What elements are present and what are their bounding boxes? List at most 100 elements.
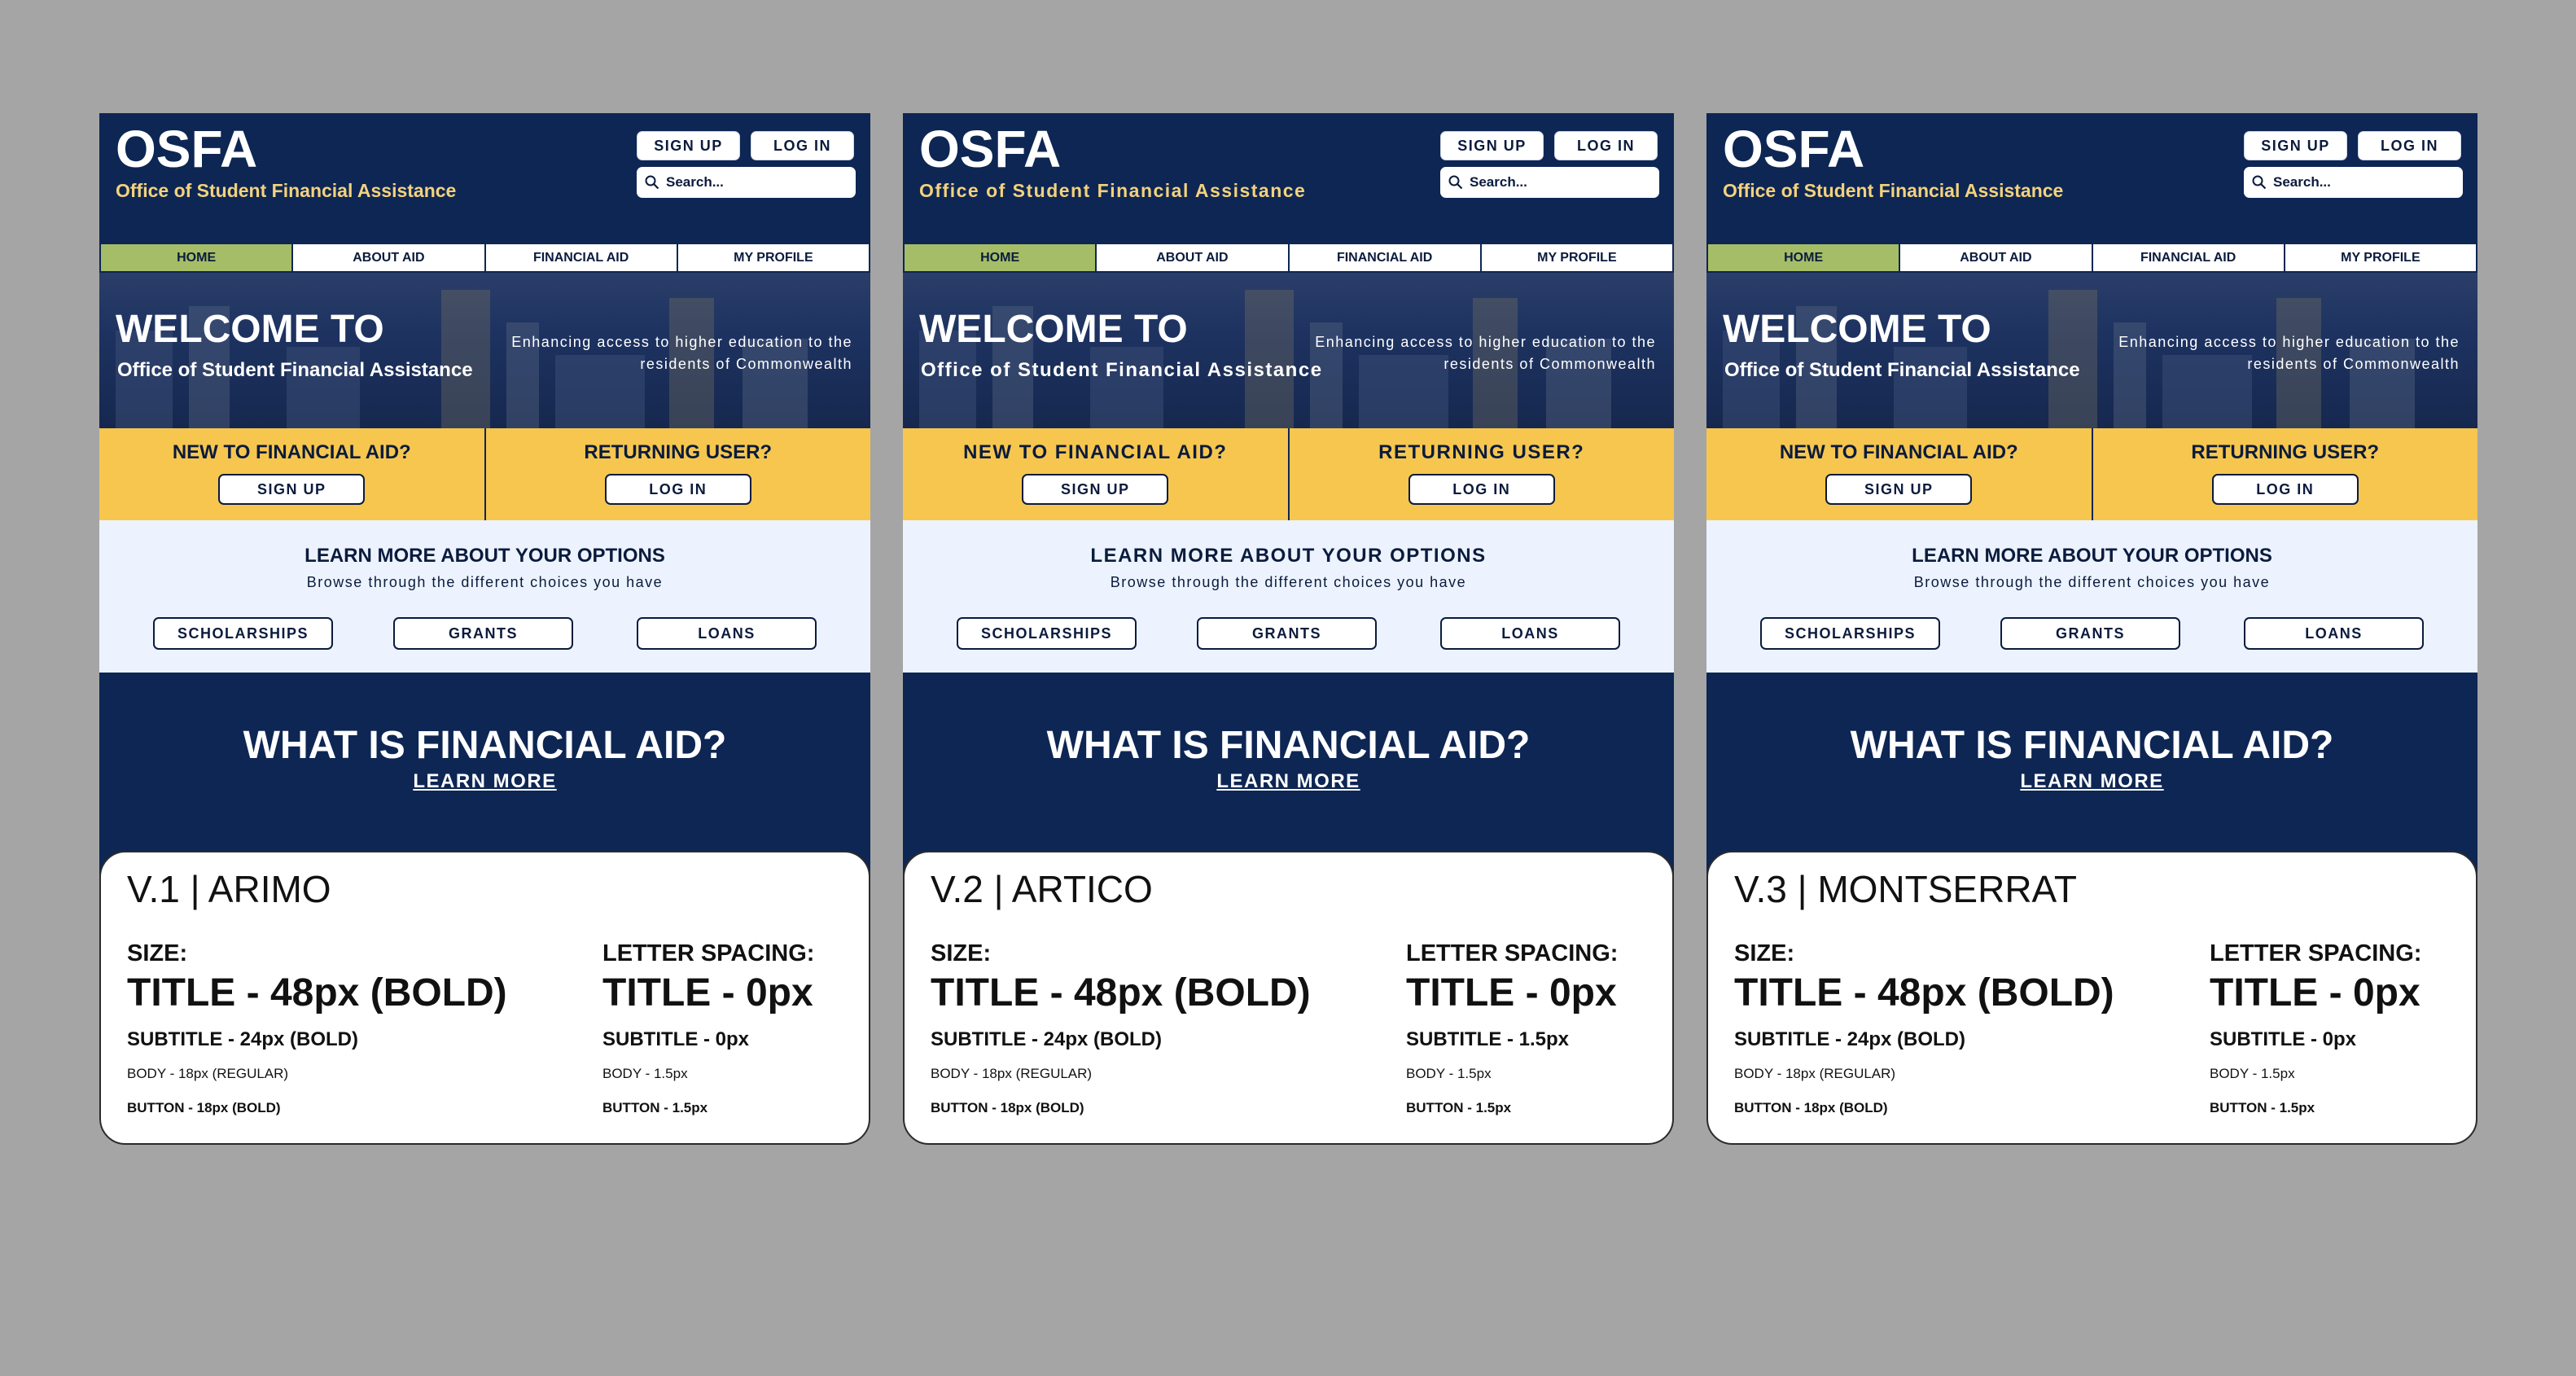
- search-placeholder: Search...: [666, 174, 724, 190]
- callout-sign-up-button[interactable]: SIGN UP: [218, 474, 366, 505]
- subtitle-spacing: SUBTITLE - 0px: [2210, 1028, 2357, 1050]
- title-size: TITLE - 48px (BOLD): [127, 971, 507, 1014]
- site-logo[interactable]: OSFA: [116, 123, 257, 175]
- body-spacing: BODY - 1.5px: [1406, 1066, 1492, 1081]
- hero-subtitle: Office of Student Financial Assistance: [117, 359, 473, 381]
- nav-item-my-profile[interactable]: MY PROFILE: [678, 244, 869, 271]
- search-input[interactable]: Search...: [2244, 167, 2463, 198]
- options-subtitle: Browse through the different choices you…: [306, 574, 664, 590]
- new-user-heading: NEW TO FINANCIAL AID?: [963, 441, 1228, 463]
- hero-banner: WELCOME TO Office of Student Financial A…: [99, 273, 870, 428]
- website-mockup: OSFA Office of Student Financial Assista…: [99, 113, 870, 928]
- site-header: OSFA Office of Student Financial Assista…: [1706, 113, 2477, 240]
- type-spec-card: V.1 | ARIMO SIZE: LETTER SPACING: TITLE …: [99, 851, 870, 1145]
- letter-spacing-label: LETTER SPACING:: [602, 940, 815, 966]
- website-mockup: OSFA Office of Student Financial Assista…: [1706, 113, 2477, 928]
- search-icon: [1448, 175, 1463, 190]
- hero-title: WELCOME TO: [919, 308, 1188, 351]
- nav-item-financial-aid[interactable]: FINANCIAL AID: [2093, 244, 2285, 271]
- main-nav: HOME ABOUT AID FINANCIAL AID MY PROFILE: [99, 243, 870, 273]
- size-label: SIZE:: [127, 940, 188, 966]
- nav-item-home[interactable]: HOME: [1708, 244, 1901, 271]
- site-logo-subtitle: Office of Student Financial Assistance: [919, 180, 1307, 201]
- title-spacing: TITLE - 0px: [1406, 971, 1617, 1014]
- site-logo[interactable]: OSFA: [919, 123, 1061, 175]
- header-log-in-button[interactable]: LOG IN: [751, 131, 854, 160]
- returning-user-heading: RETURNING USER?: [1378, 441, 1585, 463]
- nav-item-home[interactable]: HOME: [905, 244, 1097, 271]
- spec-heading: V.1 | ARIMO: [127, 868, 331, 910]
- size-label: SIZE:: [1734, 940, 1795, 966]
- grants-button[interactable]: GRANTS: [393, 617, 573, 650]
- body-spacing: BODY - 1.5px: [602, 1066, 688, 1081]
- options-title: LEARN MORE ABOUT YOUR OPTIONS: [1912, 545, 2272, 567]
- search-input[interactable]: Search...: [1440, 167, 1659, 198]
- options-subtitle: Browse through the different choices you…: [1110, 574, 1467, 590]
- hero-tagline: Enhancing access to higher education to …: [511, 334, 852, 372]
- new-user-heading: NEW TO FINANCIAL AID?: [172, 441, 411, 463]
- account-callout: NEW TO FINANCIAL AID? SIGN UP RETURNING …: [99, 428, 870, 520]
- nav-item-about-aid[interactable]: ABOUT AID: [1097, 244, 1290, 271]
- header-sign-up-button[interactable]: SIGN UP: [1440, 131, 1544, 160]
- learn-more-link[interactable]: LEARN MORE: [1706, 770, 2477, 793]
- callout-sign-up-button[interactable]: SIGN UP: [1825, 474, 1973, 505]
- hero-subtitle: Office of Student Financial Assistance: [921, 359, 1323, 381]
- body-size: BODY - 18px (REGULAR): [931, 1066, 1093, 1081]
- new-user-panel: NEW TO FINANCIAL AID? SIGN UP: [903, 428, 1290, 520]
- header-log-in-button[interactable]: LOG IN: [1554, 131, 1658, 160]
- scholarships-button[interactable]: SCHOLARSHIPS: [957, 617, 1137, 650]
- site-logo-subtitle: Office of Student Financial Assistance: [116, 180, 457, 201]
- options-title: LEARN MORE ABOUT YOUR OPTIONS: [1090, 545, 1487, 567]
- title-size: TITLE - 48px (BOLD): [931, 971, 1311, 1014]
- search-input[interactable]: Search...: [637, 167, 856, 198]
- scholarships-button[interactable]: SCHOLARSHIPS: [1760, 617, 1940, 650]
- header-sign-up-button[interactable]: SIGN UP: [2244, 131, 2347, 160]
- callout-sign-up-button[interactable]: SIGN UP: [1022, 474, 1169, 505]
- loans-button[interactable]: LOANS: [2244, 617, 2424, 650]
- nav-item-financial-aid[interactable]: FINANCIAL AID: [486, 244, 678, 271]
- body-size: BODY - 18px (REGULAR): [1734, 1066, 1896, 1081]
- search-icon: [2252, 175, 2267, 190]
- financial-aid-title: WHAT IS FINANCIAL AID?: [1850, 724, 2334, 767]
- type-spec-card: V.3 | MONTSERRAT SIZE: LETTER SPACING: T…: [1706, 851, 2477, 1145]
- site-header: OSFA Office of Student Financial Assista…: [99, 113, 870, 240]
- hero-title: WELCOME TO: [116, 308, 384, 351]
- button-size: BUTTON - 18px (BOLD): [1734, 1100, 1888, 1115]
- returning-user-panel: RETURNING USER? LOG IN: [1290, 428, 1675, 520]
- main-nav: HOME ABOUT AID FINANCIAL AID MY PROFILE: [1706, 243, 2477, 273]
- scholarships-button[interactable]: SCHOLARSHIPS: [153, 617, 333, 650]
- variant-column: OSFA Office of Student Financial Assista…: [903, 113, 1674, 1145]
- nav-item-my-profile[interactable]: MY PROFILE: [1482, 244, 1672, 271]
- title-spacing: TITLE - 0px: [2210, 971, 2420, 1014]
- nav-item-my-profile[interactable]: MY PROFILE: [2285, 244, 2476, 271]
- header-log-in-button[interactable]: LOG IN: [2358, 131, 2461, 160]
- subtitle-spacing: SUBTITLE - 1.5px: [1406, 1028, 1570, 1050]
- nav-item-about-aid[interactable]: ABOUT AID: [293, 244, 486, 271]
- title-spacing: TITLE - 0px: [602, 971, 813, 1014]
- nav-item-home[interactable]: HOME: [101, 244, 294, 271]
- site-logo[interactable]: OSFA: [1723, 123, 1864, 175]
- hero-banner: WELCOME TO Office of Student Financial A…: [903, 273, 1674, 428]
- hero-tagline: Enhancing access to higher education to …: [1315, 334, 1656, 372]
- grants-button[interactable]: GRANTS: [1197, 617, 1377, 650]
- site-header: OSFA Office of Student Financial Assista…: [903, 113, 1674, 240]
- nav-item-financial-aid[interactable]: FINANCIAL AID: [1290, 244, 1482, 271]
- letter-spacing-label: LETTER SPACING:: [1406, 940, 1619, 966]
- variant-column: OSFA Office of Student Financial Assista…: [1706, 113, 2477, 1145]
- button-spacing: BUTTON - 1.5px: [602, 1100, 708, 1115]
- callout-log-in-button[interactable]: LOG IN: [1408, 474, 1555, 505]
- header-sign-up-button[interactable]: SIGN UP: [637, 131, 740, 160]
- account-callout: NEW TO FINANCIAL AID? SIGN UP RETURNING …: [903, 428, 1674, 520]
- learn-more-link[interactable]: LEARN MORE: [903, 770, 1674, 793]
- learn-more-link[interactable]: LEARN MORE: [99, 770, 870, 793]
- body-size: BODY - 18px (REGULAR): [127, 1066, 289, 1081]
- grants-button[interactable]: GRANTS: [2000, 617, 2180, 650]
- size-label: SIZE:: [931, 940, 992, 966]
- new-user-heading: NEW TO FINANCIAL AID?: [1779, 441, 2018, 463]
- loans-button[interactable]: LOANS: [1440, 617, 1620, 650]
- callout-log-in-button[interactable]: LOG IN: [604, 474, 751, 505]
- hero-title: WELCOME TO: [1723, 308, 1991, 351]
- callout-log-in-button[interactable]: LOG IN: [2211, 474, 2359, 505]
- loans-button[interactable]: LOANS: [637, 617, 817, 650]
- nav-item-about-aid[interactable]: ABOUT AID: [1900, 244, 2093, 271]
